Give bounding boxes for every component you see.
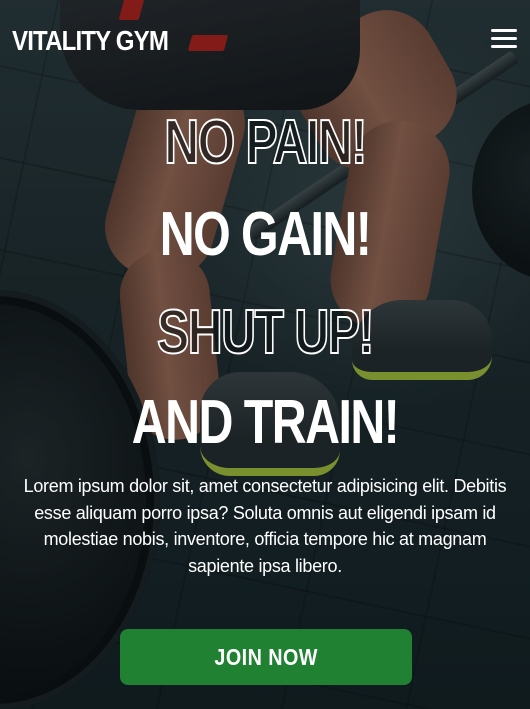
hero-description: Lorem ipsum dolor sit, amet consectetur … [23, 476, 507, 576]
slogan-line-3: SHUT UP! [156, 297, 375, 368]
slogan-line-1: NO PAIN! [163, 107, 368, 178]
menu-line [491, 45, 517, 48]
slogan-line-2: NO GAIN! [159, 200, 372, 269]
slogan-line-4: AND TRAIN! [131, 388, 400, 457]
hamburger-menu-icon[interactable] [489, 26, 519, 52]
menu-line [491, 29, 517, 32]
site-header: VITALITY GYM [0, 0, 530, 84]
menu-line [491, 37, 517, 40]
join-now-label: JOIN NOW [214, 643, 318, 670]
brand-logo[interactable]: VITALITY GYM [12, 22, 169, 60]
join-now-button[interactable]: JOIN NOW [120, 629, 412, 685]
